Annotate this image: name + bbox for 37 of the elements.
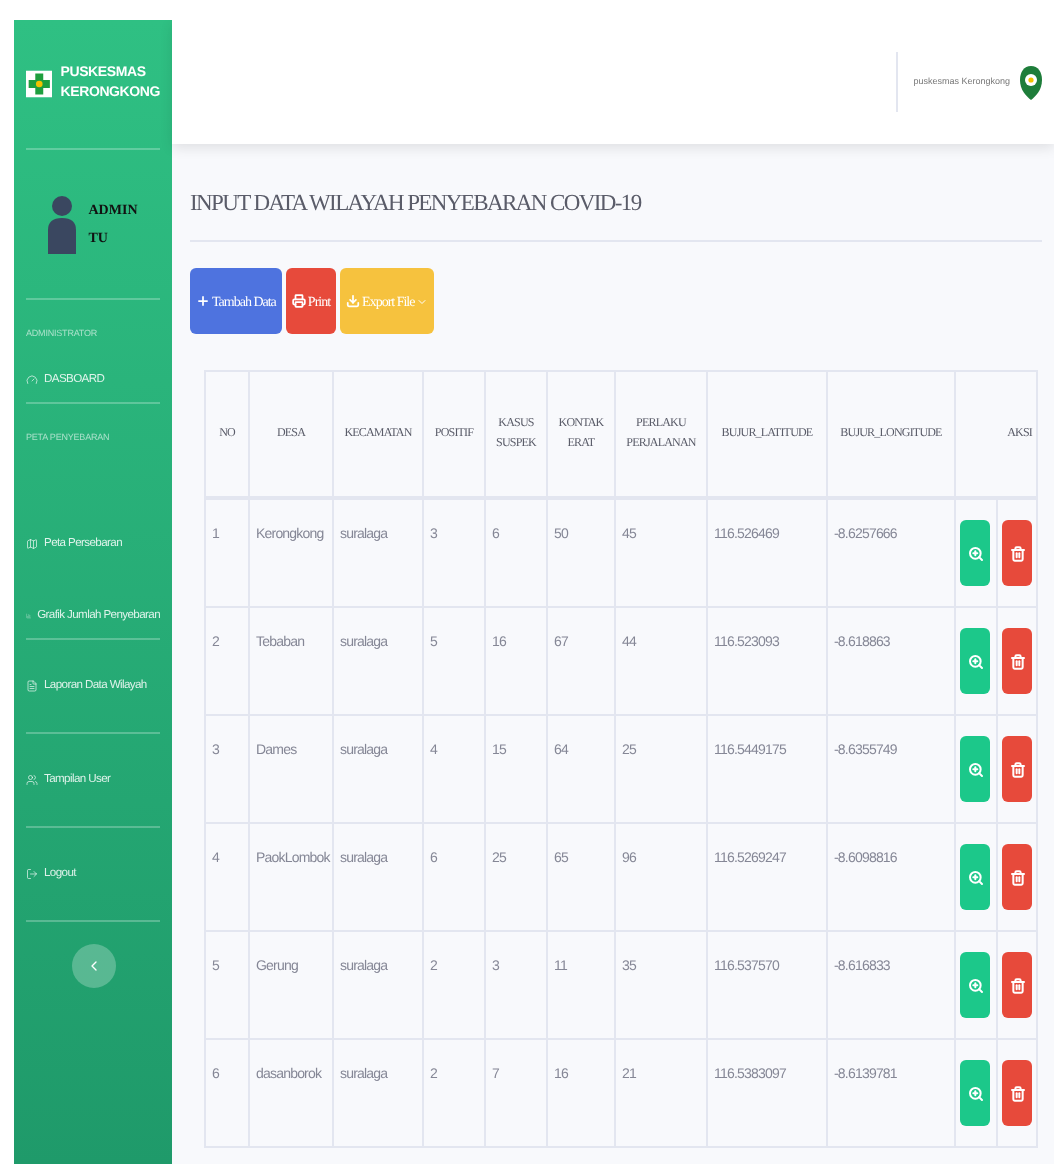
sidebar-toggle-button[interactable]	[71, 944, 115, 988]
delete-button[interactable]	[1002, 952, 1032, 1018]
trash-icon	[1009, 869, 1025, 885]
trash-icon	[1009, 977, 1025, 993]
delete-button[interactable]	[1002, 736, 1032, 802]
search-button[interactable]	[960, 1060, 990, 1126]
delete-button[interactable]	[1002, 844, 1032, 910]
delete-button[interactable]	[1002, 628, 1032, 694]
map-icon	[26, 538, 38, 550]
search-button[interactable]	[960, 628, 990, 694]
printer-icon	[291, 294, 306, 308]
caret-icon	[416, 295, 429, 307]
users-icon	[26, 774, 38, 786]
cross-logo-icon	[26, 66, 53, 102]
delete-button[interactable]	[1002, 1060, 1032, 1126]
plus-icon	[196, 294, 210, 308]
search-icon	[967, 977, 983, 993]
search-button[interactable]	[960, 844, 990, 910]
download-icon	[346, 294, 361, 308]
search-icon	[967, 761, 983, 777]
trash-icon	[1009, 653, 1025, 669]
trash-icon	[1009, 545, 1025, 561]
logout-icon	[26, 868, 38, 880]
search-icon	[967, 1085, 983, 1101]
document-icon	[26, 680, 38, 692]
search-icon	[967, 545, 983, 561]
search-button[interactable]	[960, 952, 990, 1018]
trash-icon	[1009, 1085, 1025, 1101]
search-icon	[967, 653, 983, 669]
trash-icon	[1009, 761, 1025, 777]
search-button[interactable]	[960, 736, 990, 802]
search-icon	[967, 869, 983, 885]
user-icon	[48, 194, 77, 254]
gauge-icon	[26, 374, 38, 386]
page-title: INPUT DATA WILAYAH PENYEBARAN COVID-19	[190, 144, 1042, 242]
delete-button[interactable]	[1002, 520, 1032, 586]
search-button[interactable]	[960, 520, 990, 586]
